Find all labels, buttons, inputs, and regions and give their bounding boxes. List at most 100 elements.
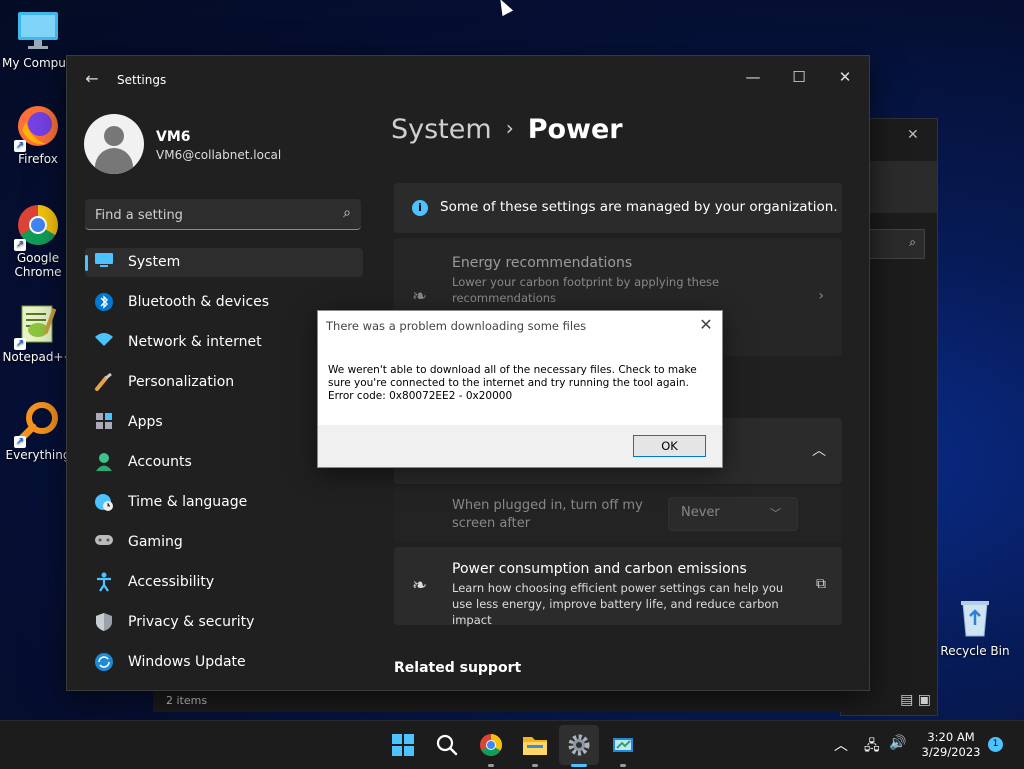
card-title: Energy recommendations (452, 255, 633, 271)
shortcut-arrow-icon: ↗ (14, 436, 26, 448)
gamepad-icon (94, 532, 114, 552)
sidebar-item-system[interactable]: System (85, 248, 363, 277)
sidebar-item-label: Gaming (128, 534, 183, 550)
leaf-icon: ❧ (412, 286, 428, 307)
file-explorer-icon[interactable] (521, 731, 549, 759)
ok-button[interactable]: OK (633, 435, 706, 457)
breadcrumb-separator: › (505, 116, 514, 140)
clock[interactable]: 3:20 AM 3/29/2023 (920, 730, 982, 760)
notification-badge[interactable]: 1 (988, 737, 1003, 752)
screen-timeout-dropdown[interactable]: Never ﹀ (668, 497, 798, 531)
volume-icon[interactable]: 🔊 (889, 735, 906, 751)
sidebar-item-label: Accounts (128, 454, 192, 470)
mouse-cursor (495, 0, 514, 17)
active-indicator (571, 764, 587, 767)
sidebar-item-accessibility[interactable]: Accessibility (85, 568, 363, 608)
monitor-icon (94, 252, 114, 272)
desktop-icon-chrome[interactable]: ↗ Google Chrome (2, 203, 74, 279)
info-icon: i (412, 200, 428, 216)
sidebar-item-time-language[interactable]: Time & language (85, 488, 363, 528)
plugged-in-label: When plugged in, turn off my screen afte… (452, 498, 643, 531)
shortcut-arrow-icon: ↗ (14, 239, 26, 251)
close-icon[interactable]: ✕ (696, 315, 716, 335)
desktop-icon-everything[interactable]: ↗ Everything (2, 400, 74, 462)
desktop-icon-label: Google Chrome (14, 251, 62, 279)
chrome-icon[interactable] (477, 731, 505, 759)
card-description: Learn how choosing efficient power setti… (452, 581, 784, 627)
brush-icon (94, 372, 114, 392)
close-icon[interactable]: ✕ (907, 127, 919, 143)
title-bar: ← Settings — ☐ ✕ (67, 56, 869, 102)
breadcrumb: System › Power (391, 114, 623, 145)
update-icon (94, 652, 114, 672)
window-title: Settings (117, 73, 167, 87)
desktop-icon-label: Firefox (18, 152, 58, 166)
firefox-icon: ↗ (14, 104, 60, 152)
globe-clock-icon (94, 492, 114, 512)
monitor-icon (16, 8, 60, 52)
plugged-in-row: When plugged in, turn off my screen afte… (394, 486, 842, 542)
search-icon[interactable] (433, 731, 461, 759)
close-button[interactable]: ✕ (823, 62, 867, 92)
banner-text: Some of these settings are managed by yo… (440, 199, 838, 215)
leaf-icon: ❧ (412, 575, 428, 596)
avatar[interactable] (84, 114, 144, 174)
wifi-icon (94, 332, 114, 352)
media-creation-tool-icon[interactable] (609, 731, 637, 759)
dialog-message-text: We weren't able to download all of the n… (328, 364, 697, 389)
maximize-button[interactable]: ☐ (777, 62, 821, 92)
view-toggle-icons[interactable]: ▤ ▣ (900, 692, 931, 708)
search-input[interactable] (93, 204, 327, 226)
sidebar-item-label: System (128, 254, 181, 270)
sidebar-item-windows-update[interactable]: Windows Update (85, 648, 363, 688)
running-indicator (620, 764, 626, 767)
desktop-icon-label: Notepad++ (2, 350, 74, 364)
recycle-bin-icon (953, 596, 997, 640)
bluetooth-icon (94, 292, 114, 312)
desktop-icon-label: Everything (5, 448, 71, 462)
sidebar-item-privacy[interactable]: Privacy & security (85, 608, 363, 648)
breadcrumb-parent[interactable]: System (391, 114, 492, 145)
external-link-icon: ⧉ (816, 576, 826, 592)
chevron-up-icon[interactable]: ︿ (834, 735, 848, 755)
dialog-title: There was a problem downloading some fil… (326, 319, 587, 333)
start-windows-icon[interactable] (389, 731, 417, 759)
desktop-icon-my-computer[interactable]: My Comput (2, 8, 74, 70)
sidebar-item-label: Accessibility (128, 574, 215, 590)
person-icon (94, 452, 114, 472)
dialog-body: We weren't able to download all of the n… (318, 343, 722, 425)
clock-date: 3/29/2023 (921, 745, 981, 759)
sidebar-item-label: Time & language (128, 494, 248, 510)
shield-icon (94, 612, 114, 632)
card-title: Power consumption and carbon emissions (452, 561, 747, 577)
user-email: VM6@collabnet.local (156, 148, 282, 162)
sidebar-item-label: Apps (128, 414, 163, 430)
explorer-search-box[interactable]: ⌕ (867, 229, 925, 259)
shortcut-arrow-icon: ↗ (14, 338, 26, 350)
dialog-message: We weren't able to download all of the n… (328, 364, 708, 403)
accessibility-icon (94, 572, 114, 592)
chrome-icon: ↗ (14, 203, 60, 251)
settings-gear-icon[interactable] (565, 731, 593, 759)
power-carbon-card[interactable]: ❧ Power consumption and carbon emissions… (394, 547, 842, 627)
find-setting-box[interactable]: ⌕ (85, 199, 361, 230)
notepadpp-icon: ↗ (14, 302, 60, 350)
desktop-icon-notepadpp[interactable]: ↗ Notepad++ (2, 302, 74, 364)
minimize-button[interactable]: — (731, 62, 775, 92)
apps-icon (94, 412, 114, 432)
explorer-status-bar: 2 items ▤ ▣ (153, 688, 937, 712)
org-managed-banner: i Some of these settings are managed by … (394, 183, 842, 233)
page-title: Power (527, 114, 623, 145)
desktop-icon-label: Recycle Bin (940, 644, 1010, 658)
dialog-footer: OK (318, 425, 722, 467)
sidebar-item-gaming[interactable]: Gaming (85, 528, 363, 568)
chevron-up-icon[interactable]: ︿ (812, 440, 826, 460)
chevron-down-icon: ﹀ (770, 507, 781, 520)
dropdown-value: Never (681, 505, 720, 520)
chevron-right-icon: › (818, 288, 824, 304)
desktop-icon-firefox[interactable]: ↗ Firefox (2, 104, 74, 166)
sidebar-item-label: Windows Update (128, 654, 246, 670)
back-arrow-icon[interactable]: ← (81, 68, 103, 90)
desktop-icon-recycle-bin[interactable]: Recycle Bin (939, 596, 1011, 658)
network-icon[interactable]: 🖧 (864, 735, 880, 759)
